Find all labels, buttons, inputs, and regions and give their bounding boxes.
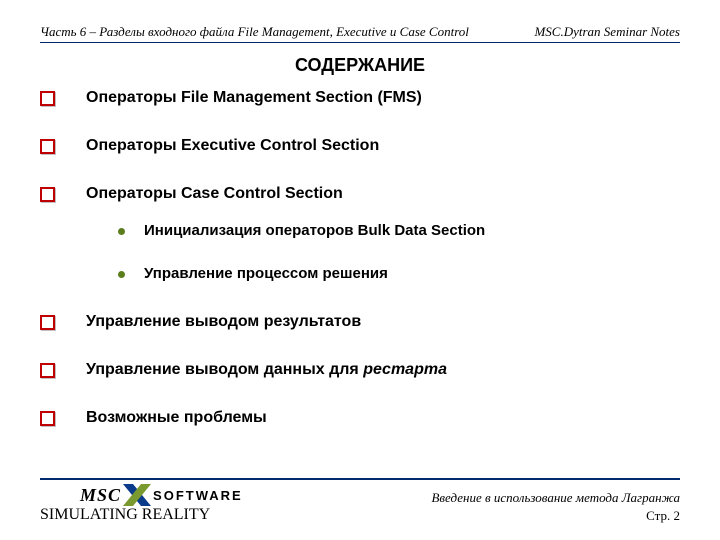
list-item: Управление выводом данных для рестарта xyxy=(40,360,680,380)
content-list: Операторы File Management Section (FMS) … xyxy=(40,88,680,428)
list-item-text: Операторы Executive Control Section xyxy=(86,137,379,154)
footer-divider xyxy=(40,478,680,480)
square-bullet-icon xyxy=(40,91,55,106)
slide: Часть 6 – Разделы входного файла File Ma… xyxy=(0,0,720,540)
list-item-text-prefix: Управление выводом данных для xyxy=(86,361,363,378)
dot-bullet-icon xyxy=(118,228,125,235)
list-item: Операторы Case Control Section Инициализ… xyxy=(40,184,680,284)
dot-bullet-icon xyxy=(118,271,125,278)
footer-text: Введение в использование метода Лагранжа… xyxy=(431,490,680,524)
sub-list-item: Управление процессом решения xyxy=(118,265,680,284)
list-item-text: Операторы Case Control Section xyxy=(86,185,343,202)
list-item-text: Возможные проблемы xyxy=(86,409,267,426)
sub-list-item-text: Инициализация операторов Bulk Data Secti… xyxy=(144,222,485,239)
page-title: СОДЕРЖАНИЕ xyxy=(40,55,680,76)
list-item: Операторы Executive Control Section xyxy=(40,136,680,156)
logo-tagline: SIMULATING REALITY xyxy=(40,506,243,524)
header-left: Часть 6 – Разделы входного файла File Ma… xyxy=(40,24,469,40)
sub-list: Инициализация операторов Bulk Data Secti… xyxy=(118,222,680,284)
list-item-text: Операторы File Management Section (FMS) xyxy=(86,89,422,106)
footer: MSC SOFTWARE SIMULATING REALITY Введение… xyxy=(40,478,680,524)
square-bullet-icon xyxy=(40,139,55,154)
square-bullet-icon xyxy=(40,315,55,330)
list-item-text: Управление выводом результатов xyxy=(86,313,361,330)
header: Часть 6 – Разделы входного файла File Ma… xyxy=(40,24,680,43)
list-item: Операторы File Management Section (FMS) xyxy=(40,88,680,108)
logo-x-icon xyxy=(123,484,151,506)
logo: MSC SOFTWARE SIMULATING REALITY xyxy=(40,484,243,524)
logo-software-text: SOFTWARE xyxy=(153,488,243,503)
sub-list-item: Инициализация операторов Bulk Data Secti… xyxy=(118,222,680,241)
square-bullet-icon xyxy=(40,187,55,202)
footer-subtitle: Введение в использование метода Лагранжа xyxy=(431,490,680,506)
list-item: Управление выводом результатов xyxy=(40,312,680,332)
square-bullet-icon xyxy=(40,363,55,378)
sub-list-item-text: Управление процессом решения xyxy=(144,265,388,282)
page-number: Стр. 2 xyxy=(431,508,680,524)
list-item-text-em: рестарта xyxy=(363,361,447,378)
square-bullet-icon xyxy=(40,411,55,426)
header-right: MSC.Dytran Seminar Notes xyxy=(534,24,680,40)
logo-msc-text: MSC xyxy=(80,485,121,506)
list-item: Возможные проблемы xyxy=(40,408,680,428)
